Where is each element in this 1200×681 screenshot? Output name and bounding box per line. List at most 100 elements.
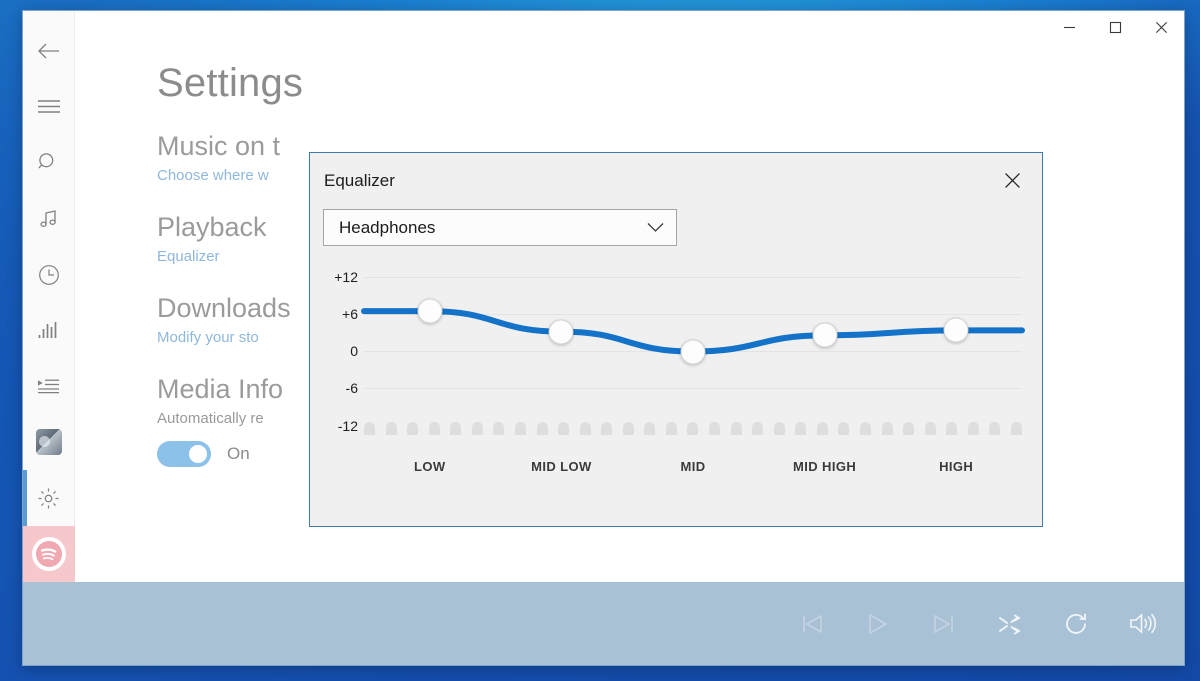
equalizer-band-handle-mid-low[interactable] [548,319,574,345]
equalizer-dot [687,422,699,435]
music-note-icon [39,209,59,229]
sidebar-item-search[interactable] [23,135,75,191]
equalizer-dialog: Equalizer Headphones +12 +6 0 -6 -12 LOW… [309,152,1043,527]
equalizer-band-handle-mid[interactable] [680,339,706,364]
equalizer-dot [946,422,958,435]
equalizer-dot [493,422,505,435]
x-tick-label: MID LOW [531,459,592,474]
equalizer-dot [558,422,570,435]
spotify-logo-icon [31,537,66,572]
equalizer-dot [364,422,375,435]
equalizer-y-axis: +12 +6 0 -6 -12 [310,269,358,438]
equalizer-dot [665,422,677,435]
sidebar-item-settings[interactable] [22,470,75,527]
equalizer-dialog-titlebar: Equalizer [310,153,1042,209]
equalizer-x-axis: LOW MID LOW MID MID HIGH HIGH [364,459,1022,474]
equalizer-dot [730,422,742,435]
equalizer-dot [428,422,440,435]
equalizer-band-handle-mid-high[interactable] [812,322,838,348]
previous-icon [800,613,825,635]
equalizer-dot [816,422,828,435]
equalizer-plot-area[interactable] [361,271,1025,438]
y-tick-label: 0 [350,343,358,359]
equalizer-dot [601,422,613,435]
sidebar-item-album-art[interactable] [23,414,75,470]
equalizer-preset-wrap: Headphones [310,209,1042,246]
sidebar-item-menu[interactable] [23,79,75,135]
clock-icon [38,264,60,286]
equalizer-dot [967,422,979,435]
equalizer-dialog-title: Equalizer [324,171,395,190]
x-tick-label: MID [680,459,706,474]
volume-button[interactable] [1126,608,1158,640]
sidebar-item-now-playing[interactable] [23,303,75,359]
equalizer-dot [644,422,656,435]
equalizer-bars-icon [38,321,59,339]
next-track-button[interactable] [928,608,960,640]
hamburger-menu-icon [37,99,60,114]
equalizer-dot [536,422,548,435]
equalizer-device-select[interactable]: Headphones [323,209,677,246]
shuffle-icon [998,613,1023,635]
equalizer-dot [385,422,397,435]
y-tick-label: -12 [337,418,358,434]
sidebar-item-my-music[interactable] [23,191,75,247]
y-tick-label: -6 [345,380,358,396]
sidebar-item-playlists[interactable] [23,358,75,414]
equalizer-dot [838,422,850,435]
equalizer-dot [773,422,785,435]
playlist-icon [37,378,60,394]
album-thumbnail-icon [35,429,62,456]
previous-track-button[interactable] [796,608,828,640]
minimize-button[interactable] [1046,11,1092,43]
sidebar-item-recent[interactable] [23,247,75,303]
equalizer-band-handle-low[interactable] [417,298,443,324]
sidebar-item-back[interactable] [23,23,75,79]
x-tick-label: HIGH [939,459,974,474]
equalizer-dot [471,422,483,435]
window-titlebar [844,11,1184,57]
maximize-button[interactable] [1092,11,1138,43]
close-button[interactable] [1138,11,1184,43]
left-sidebar [22,11,75,583]
equalizer-chart: +12 +6 0 -6 -12 LOW MID LOW MID MID HIGH… [310,269,1042,501]
chevron-down-icon [647,222,664,233]
equalizer-device-select-value: Headphones [339,217,436,237]
repeat-button[interactable] [1060,608,1092,640]
equalizer-dot [579,422,591,435]
equalizer-dot [1010,422,1022,435]
equalizer-band-handle-high[interactable] [943,317,969,343]
x-tick-label: LOW [414,459,446,474]
equalizer-dot [859,422,871,435]
player-bar [23,582,1184,665]
media-info-toggle[interactable] [157,441,211,468]
settings-content: Settings Music on t Choose where w Playb… [75,11,1184,582]
page-title: Settings [157,61,304,105]
equalizer-dot [881,422,893,435]
equalizer-dot [924,422,936,435]
y-tick-label: +6 [342,306,358,322]
equalizer-dot [752,422,764,435]
equalizer-dot [989,422,1001,435]
x-tick-label: MID HIGH [793,459,857,474]
equalizer-dot [709,422,720,435]
equalizer-dot [514,422,526,435]
window-body: Settings Music on t Choose where w Playb… [22,11,1184,583]
equalizer-dot [903,422,915,435]
gear-icon [37,487,60,510]
search-icon [38,152,59,173]
sidebar-item-spotify-brand[interactable] [22,526,75,583]
equalizer-dot-row [364,420,1022,435]
equalizer-dot [622,422,634,435]
play-button[interactable] [862,608,894,640]
equalizer-dot [450,422,462,435]
y-tick-label: +12 [334,269,358,285]
equalizer-dialog-close-button[interactable] [990,161,1034,199]
play-icon [867,613,889,635]
media-info-toggle-label: On [227,444,250,464]
volume-icon [1129,612,1156,635]
back-arrow-icon [37,42,60,60]
repeat-icon [1064,612,1088,636]
shuffle-button[interactable] [994,608,1026,640]
next-icon [932,613,957,635]
